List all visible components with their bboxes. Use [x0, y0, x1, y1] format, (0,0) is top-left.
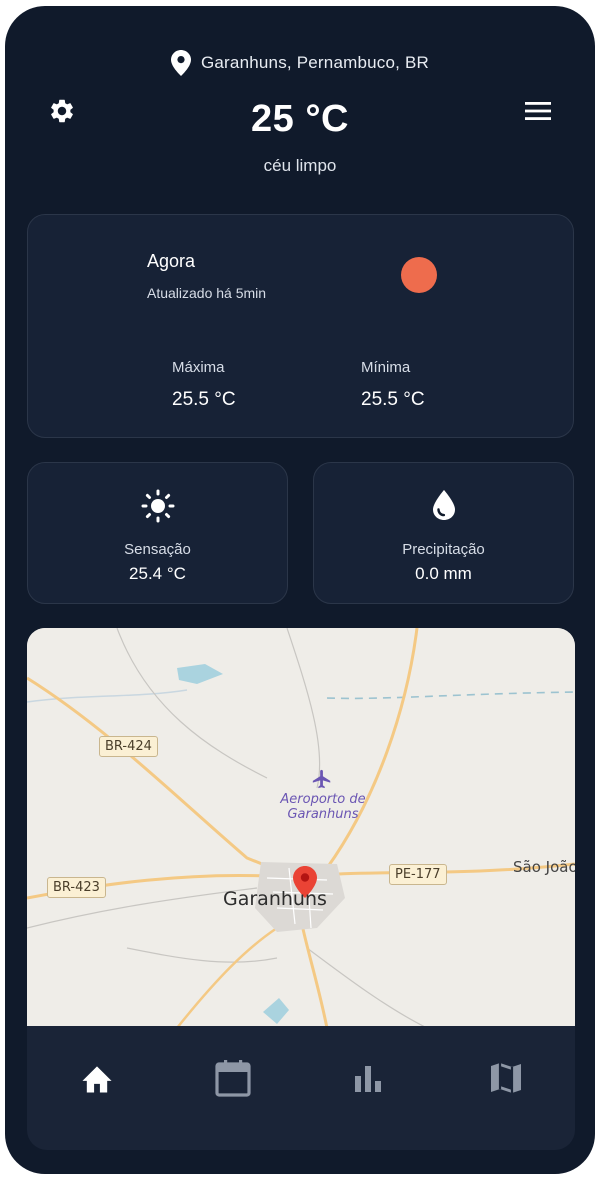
sun-icon	[401, 257, 437, 293]
water-drop-icon	[314, 489, 573, 521]
min-temp-label: Mínima	[361, 359, 411, 376]
sun-icon	[28, 489, 287, 523]
home-icon	[79, 1062, 115, 1099]
road-label-pe177: PE-177	[389, 864, 447, 885]
location-name: Garanhuns, Pernambuco, BR	[200, 53, 429, 72]
calendar-icon	[215, 1059, 251, 1102]
bar-chart-icon	[353, 1064, 385, 1097]
current-temperature: 25 °C	[251, 98, 349, 140]
town-label: São João	[513, 858, 575, 876]
app-screen: Garanhuns, Pernambuco, BR 25 °C céu limp…	[5, 6, 595, 1174]
nav-calendar[interactable]	[213, 1059, 253, 1102]
road-label-br424: BR-424	[99, 736, 158, 757]
precipitation-value: 0.0 mm	[415, 564, 472, 583]
precipitation-label: Precipitação	[402, 541, 485, 558]
airplane-icon	[311, 768, 333, 790]
precipitation-card: Precipitação 0.0 mm	[313, 462, 574, 604]
current-weather-card: Agora Atualizado há 5min Máxima 25.5 °C …	[27, 214, 574, 438]
weather-condition: céu limpo	[263, 156, 337, 175]
nav-map[interactable]	[486, 1060, 526, 1100]
max-temp-value: 25.5 °C	[172, 389, 236, 410]
now-title: Agora	[147, 251, 196, 271]
nav-charts[interactable]	[349, 1060, 389, 1100]
feels-like-value: 25.4 °C	[129, 564, 186, 583]
bottom-navigation	[27, 1026, 575, 1150]
max-temp-label: Máxima	[172, 359, 225, 376]
min-temp-value: 25.5 °C	[361, 389, 425, 410]
map-background	[27, 628, 575, 1028]
location-map[interactable]: BR-424 BR-423 PE-177 Aeroporto de Garanh…	[27, 628, 575, 1028]
nav-home[interactable]	[77, 1060, 117, 1100]
map-pin-icon	[170, 50, 191, 76]
location-bar[interactable]: Garanhuns, Pernambuco, BR	[5, 50, 595, 76]
road-label-br423: BR-423	[47, 877, 106, 898]
feels-like-label: Sensação	[124, 541, 191, 558]
city-label: Garanhuns	[223, 888, 327, 910]
map-icon	[489, 1061, 523, 1100]
last-updated: Atualizado há 5min	[147, 285, 267, 301]
feels-like-card: Sensação 25.4 °C	[27, 462, 288, 604]
airport-label: Aeroporto de Garanhuns	[280, 792, 366, 822]
